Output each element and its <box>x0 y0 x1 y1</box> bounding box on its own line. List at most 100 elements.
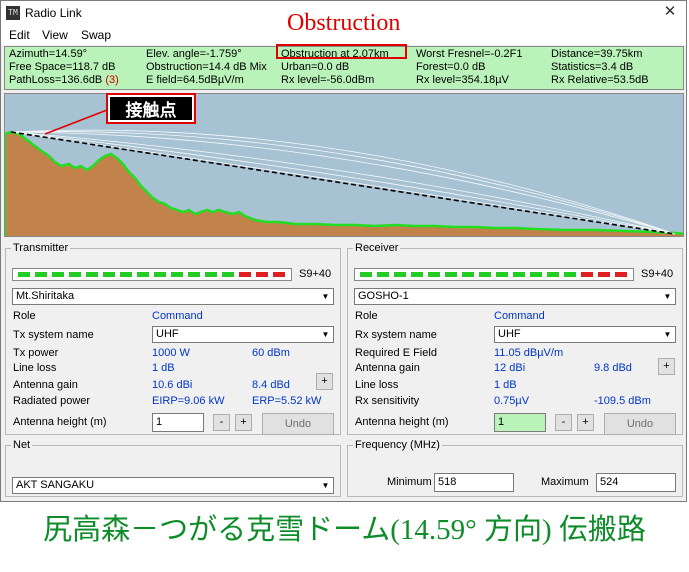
rx-signal-strength: S9+40 <box>641 268 674 280</box>
tx-system-select[interactable]: UHF ▼ <box>152 326 334 343</box>
rx-gain-dbi: 12 dBi <box>494 362 526 374</box>
rx-role-value: Command <box>494 310 545 322</box>
transmitter-group: Transmitter S9+40 Mt.Shiritaka ▼ Role Co… <box>5 242 341 435</box>
rx-line-loss-label: Line loss <box>355 379 399 391</box>
frequency-min-label: Minimum <box>387 476 432 488</box>
meter-segment <box>273 272 285 277</box>
rx-system-select[interactable]: UHF ▼ <box>494 326 676 343</box>
tx-system-value: UHF <box>156 328 179 340</box>
frequency-group: Frequency (MHz) Minimum 518 Maximum 524 <box>347 439 683 497</box>
rx-relative-value: Rx Relative=53.5dB <box>551 74 649 86</box>
rx-role-label: Role <box>355 310 378 322</box>
window-title: Radio Link <box>25 6 82 20</box>
meter-segment <box>394 272 406 277</box>
chevron-down-icon[interactable]: ▼ <box>319 328 332 341</box>
meter-segment <box>530 272 542 277</box>
meter-segment <box>547 272 559 277</box>
rx-system-label: Rx system name <box>355 329 437 341</box>
meter-segment <box>581 272 593 277</box>
net-group: Net AKT SANGAKU ▼ <box>5 439 341 497</box>
frequency-max-input[interactable]: 524 <box>596 473 676 492</box>
tx-power-watts: 1000 W <box>152 347 190 359</box>
distance-value: Distance=39.75km <box>551 48 643 60</box>
urban-loss-value: Urban=0.0 dB <box>281 61 350 73</box>
rx-required-field-value: 11.05 dBµV/m <box>494 347 564 359</box>
meter-segment <box>120 272 132 277</box>
meter-segment <box>239 272 251 277</box>
tx-site-select[interactable]: Mt.Shiritaka ▼ <box>12 288 334 305</box>
meter-segment <box>496 272 508 277</box>
tx-gain-plus-button[interactable]: + <box>316 373 333 390</box>
meter-segment <box>256 272 268 277</box>
tx-height-minus-button[interactable]: - <box>213 414 230 431</box>
meter-segment <box>103 272 115 277</box>
rx-height-minus-button[interactable]: - <box>555 414 572 431</box>
meter-segment <box>598 272 610 277</box>
pathloss-value: PathLoss=136.6dB (3) <box>9 74 119 87</box>
chevron-down-icon[interactable]: ▼ <box>319 479 332 492</box>
rx-required-field-label: Required E Field <box>355 347 437 359</box>
rx-site-select[interactable]: GOSHO-1 ▼ <box>354 288 676 305</box>
rx-level-uv-value: Rx level=354.18µV <box>416 74 509 86</box>
meter-segment <box>411 272 423 277</box>
tx-line-loss-value: 1 dB <box>152 362 175 374</box>
transmitter-legend: Transmitter <box>13 242 69 254</box>
tx-signal-strength: S9+40 <box>299 268 332 280</box>
meter-segment <box>52 272 64 277</box>
menu-swap[interactable]: Swap <box>81 28 111 42</box>
statistics-loss-value: Statistics=3.4 dB <box>551 61 634 73</box>
azimuth-value: Azimuth=14.59° <box>9 48 88 60</box>
elevation-angle-value: Elev. angle=-1.759° <box>146 48 242 60</box>
chevron-down-icon[interactable]: ▼ <box>661 328 674 341</box>
frequency-legend: Frequency (MHz) <box>355 439 440 451</box>
frequency-min-input[interactable]: 518 <box>434 473 514 492</box>
tx-height-input[interactable]: 1 <box>152 413 204 432</box>
rx-height-input[interactable]: 1 <box>494 413 546 432</box>
meter-segment <box>360 272 372 277</box>
rx-gain-dbd: 9.8 dBd <box>594 362 632 374</box>
meter-segment <box>154 272 166 277</box>
tx-role-value: Command <box>152 310 203 322</box>
pathloss-flag: (3) <box>105 74 119 86</box>
net-select[interactable]: AKT SANGAKU ▼ <box>12 477 334 494</box>
meter-segment <box>205 272 217 277</box>
obstruction-annotation-title: Obstruction <box>287 10 401 36</box>
radio-link-app-icon: TM <box>6 6 20 20</box>
tx-power-dbm: 60 dBm <box>252 347 290 359</box>
rx-site-value: GOSHO-1 <box>358 290 409 302</box>
tx-undo-button[interactable]: Undo <box>262 413 334 435</box>
path-profile-view[interactable] <box>4 93 684 237</box>
chevron-down-icon[interactable]: ▼ <box>661 290 674 303</box>
rx-system-value: UHF <box>498 328 521 340</box>
rx-height-label: Antenna height (m) <box>355 416 449 428</box>
menu-view[interactable]: View <box>42 28 68 42</box>
tx-eirp-value: EIRP=9.06 kW <box>152 395 225 407</box>
rx-sensitivity-dbm: -109.5 dBm <box>594 395 651 407</box>
meter-segment <box>564 272 576 277</box>
tx-height-plus-button[interactable]: + <box>235 414 252 431</box>
free-space-loss-value: Free Space=118.7 dB <box>9 61 116 73</box>
menu-edit[interactable]: Edit <box>9 28 30 42</box>
rx-undo-button[interactable]: Undo <box>604 413 676 435</box>
meter-segment <box>18 272 30 277</box>
tx-radiated-label: Radiated power <box>13 395 91 407</box>
meter-segment <box>222 272 234 277</box>
tx-signal-meter <box>12 268 292 281</box>
forest-loss-value: Forest=0.0 dB <box>416 61 486 73</box>
obstruction-loss-value: Obstruction=14.4 dB Mix <box>146 61 267 73</box>
meter-segment <box>137 272 149 277</box>
chevron-down-icon[interactable]: ▼ <box>319 290 332 303</box>
tx-gain-dbi: 10.6 dBi <box>152 379 193 391</box>
meter-segment <box>445 272 457 277</box>
tx-line-loss-label: Line loss <box>13 362 57 374</box>
terrain-profile-graphic <box>5 109 683 236</box>
rx-height-plus-button[interactable]: + <box>577 414 594 431</box>
tx-height-label: Antenna height (m) <box>13 416 107 428</box>
rx-gain-label: Antenna gain <box>355 362 420 374</box>
tx-site-value: Mt.Shiritaka <box>16 290 75 302</box>
rx-gain-plus-button[interactable]: + <box>658 358 675 375</box>
rx-sensitivity-uv: 0.75µV <box>494 395 530 407</box>
rx-line-loss-value: 1 dB <box>494 379 517 391</box>
receiver-group: Receiver S9+40 GOSHO-1 ▼ Role Command Rx… <box>347 242 683 435</box>
close-icon[interactable]: ✕ <box>662 4 678 20</box>
